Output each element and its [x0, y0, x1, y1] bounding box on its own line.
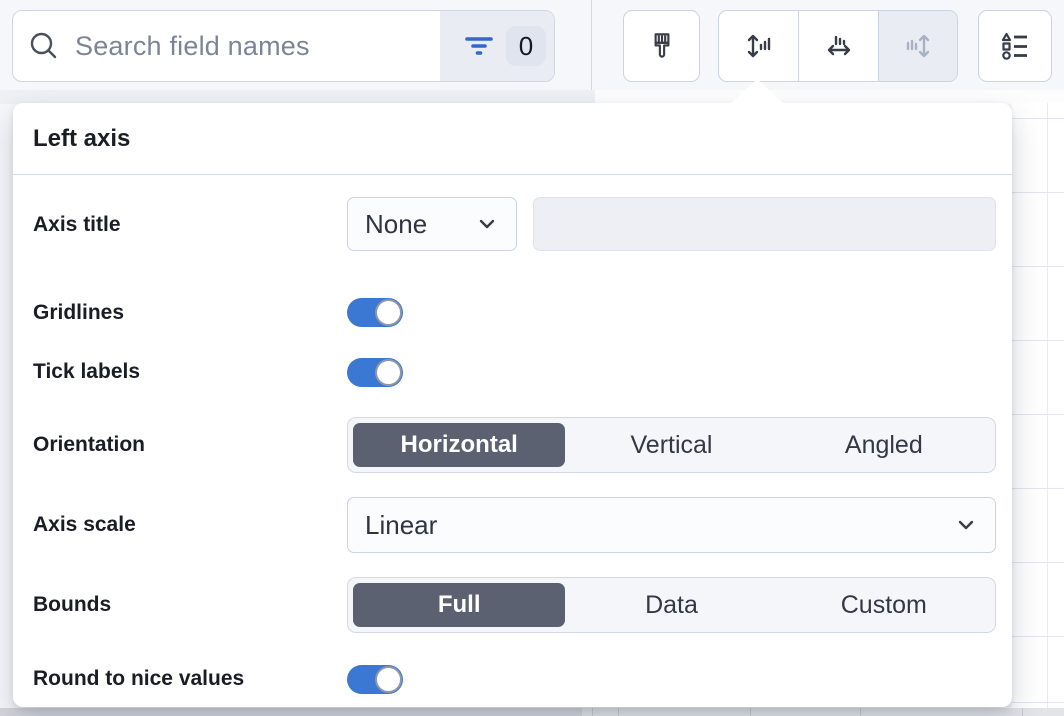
search-input[interactable]: Search field names [75, 31, 440, 62]
field-filter-section[interactable]: 0 [440, 11, 554, 81]
axis-scale-select[interactable]: Linear [347, 497, 996, 553]
paintbrush-icon [645, 29, 679, 63]
axis-title-mode-select[interactable]: None [347, 197, 517, 251]
filter-icon[interactable] [462, 29, 496, 63]
toggle-knob [375, 666, 402, 693]
legend-settings-button[interactable] [978, 10, 1052, 82]
axis-scale-label: Axis scale [33, 513, 136, 537]
background-table-panel [1012, 103, 1064, 708]
visual-options-button[interactable] [623, 10, 700, 82]
bounds-option-full[interactable]: Full [353, 583, 565, 627]
popover-header: Left axis [13, 103, 1012, 175]
orientation-option-vertical[interactable]: Vertical [565, 423, 777, 467]
legend-list-icon [997, 28, 1033, 64]
orientation-option-angled[interactable]: Angled [778, 423, 990, 467]
table-row-divider [1012, 340, 1064, 341]
right-axis-icon [900, 28, 936, 64]
table-row-divider [1012, 414, 1064, 415]
bottom-axis-icon [821, 28, 857, 64]
topbar-divider [591, 0, 592, 90]
gridlines-label: Gridlines [33, 301, 124, 325]
bounds-button-group: Full Data Custom [347, 577, 996, 633]
table-column-divider [1047, 103, 1048, 708]
axis-scale-value: Linear [365, 510, 955, 541]
table-column-divider [618, 708, 619, 716]
table-column-divider [1022, 708, 1023, 716]
bottom-axis-button[interactable] [798, 11, 877, 81]
chevron-down-icon [955, 514, 977, 536]
search-icon [13, 30, 75, 62]
orientation-label: Orientation [33, 433, 145, 457]
left-axis-settings-popover: Left axis Axis title None Gridlines Tick… [13, 103, 1012, 707]
table-row-divider [1012, 562, 1064, 563]
background-strip [582, 708, 1064, 716]
field-search-box[interactable]: Search field names 0 [12, 10, 555, 82]
toggle-knob [375, 299, 402, 326]
tick-labels-toggle[interactable] [347, 358, 403, 387]
table-column-divider [592, 708, 593, 716]
orientation-option-horizontal[interactable]: Horizontal [353, 423, 565, 467]
axis-title-mode-value: None [365, 209, 476, 240]
table-row-divider [1012, 702, 1064, 703]
bounds-option-custom[interactable]: Custom [778, 583, 990, 627]
tick-labels-label: Tick labels [33, 360, 140, 384]
popover-title: Left axis [33, 125, 130, 153]
gridlines-toggle[interactable] [347, 298, 403, 327]
round-to-nice-values-label: Round to nice values [33, 667, 244, 691]
toggle-knob [375, 359, 402, 386]
axis-title-label: Axis title [33, 213, 121, 237]
table-row-divider [1012, 192, 1064, 193]
chevron-down-icon [476, 213, 498, 235]
left-axis-icon [741, 28, 777, 64]
table-row-divider [1012, 488, 1064, 489]
background-strip [595, 90, 1064, 104]
filter-count-badge: 0 [506, 26, 546, 66]
table-column-divider [750, 708, 751, 716]
round-to-nice-values-toggle[interactable] [347, 665, 403, 694]
table-column-divider [860, 708, 861, 716]
background-strip [0, 90, 595, 104]
table-row-divider [1012, 636, 1064, 637]
axis-settings-button-group [718, 10, 958, 82]
popover-arrow [731, 79, 783, 103]
bounds-label: Bounds [33, 593, 111, 617]
orientation-button-group: Horizontal Vertical Angled [347, 417, 996, 473]
axis-title-text-input[interactable] [533, 197, 996, 251]
table-row-divider [1012, 266, 1064, 267]
bounds-option-data[interactable]: Data [565, 583, 777, 627]
right-axis-button [878, 11, 957, 81]
left-axis-button[interactable] [719, 11, 798, 81]
table-row-divider [1012, 118, 1064, 119]
